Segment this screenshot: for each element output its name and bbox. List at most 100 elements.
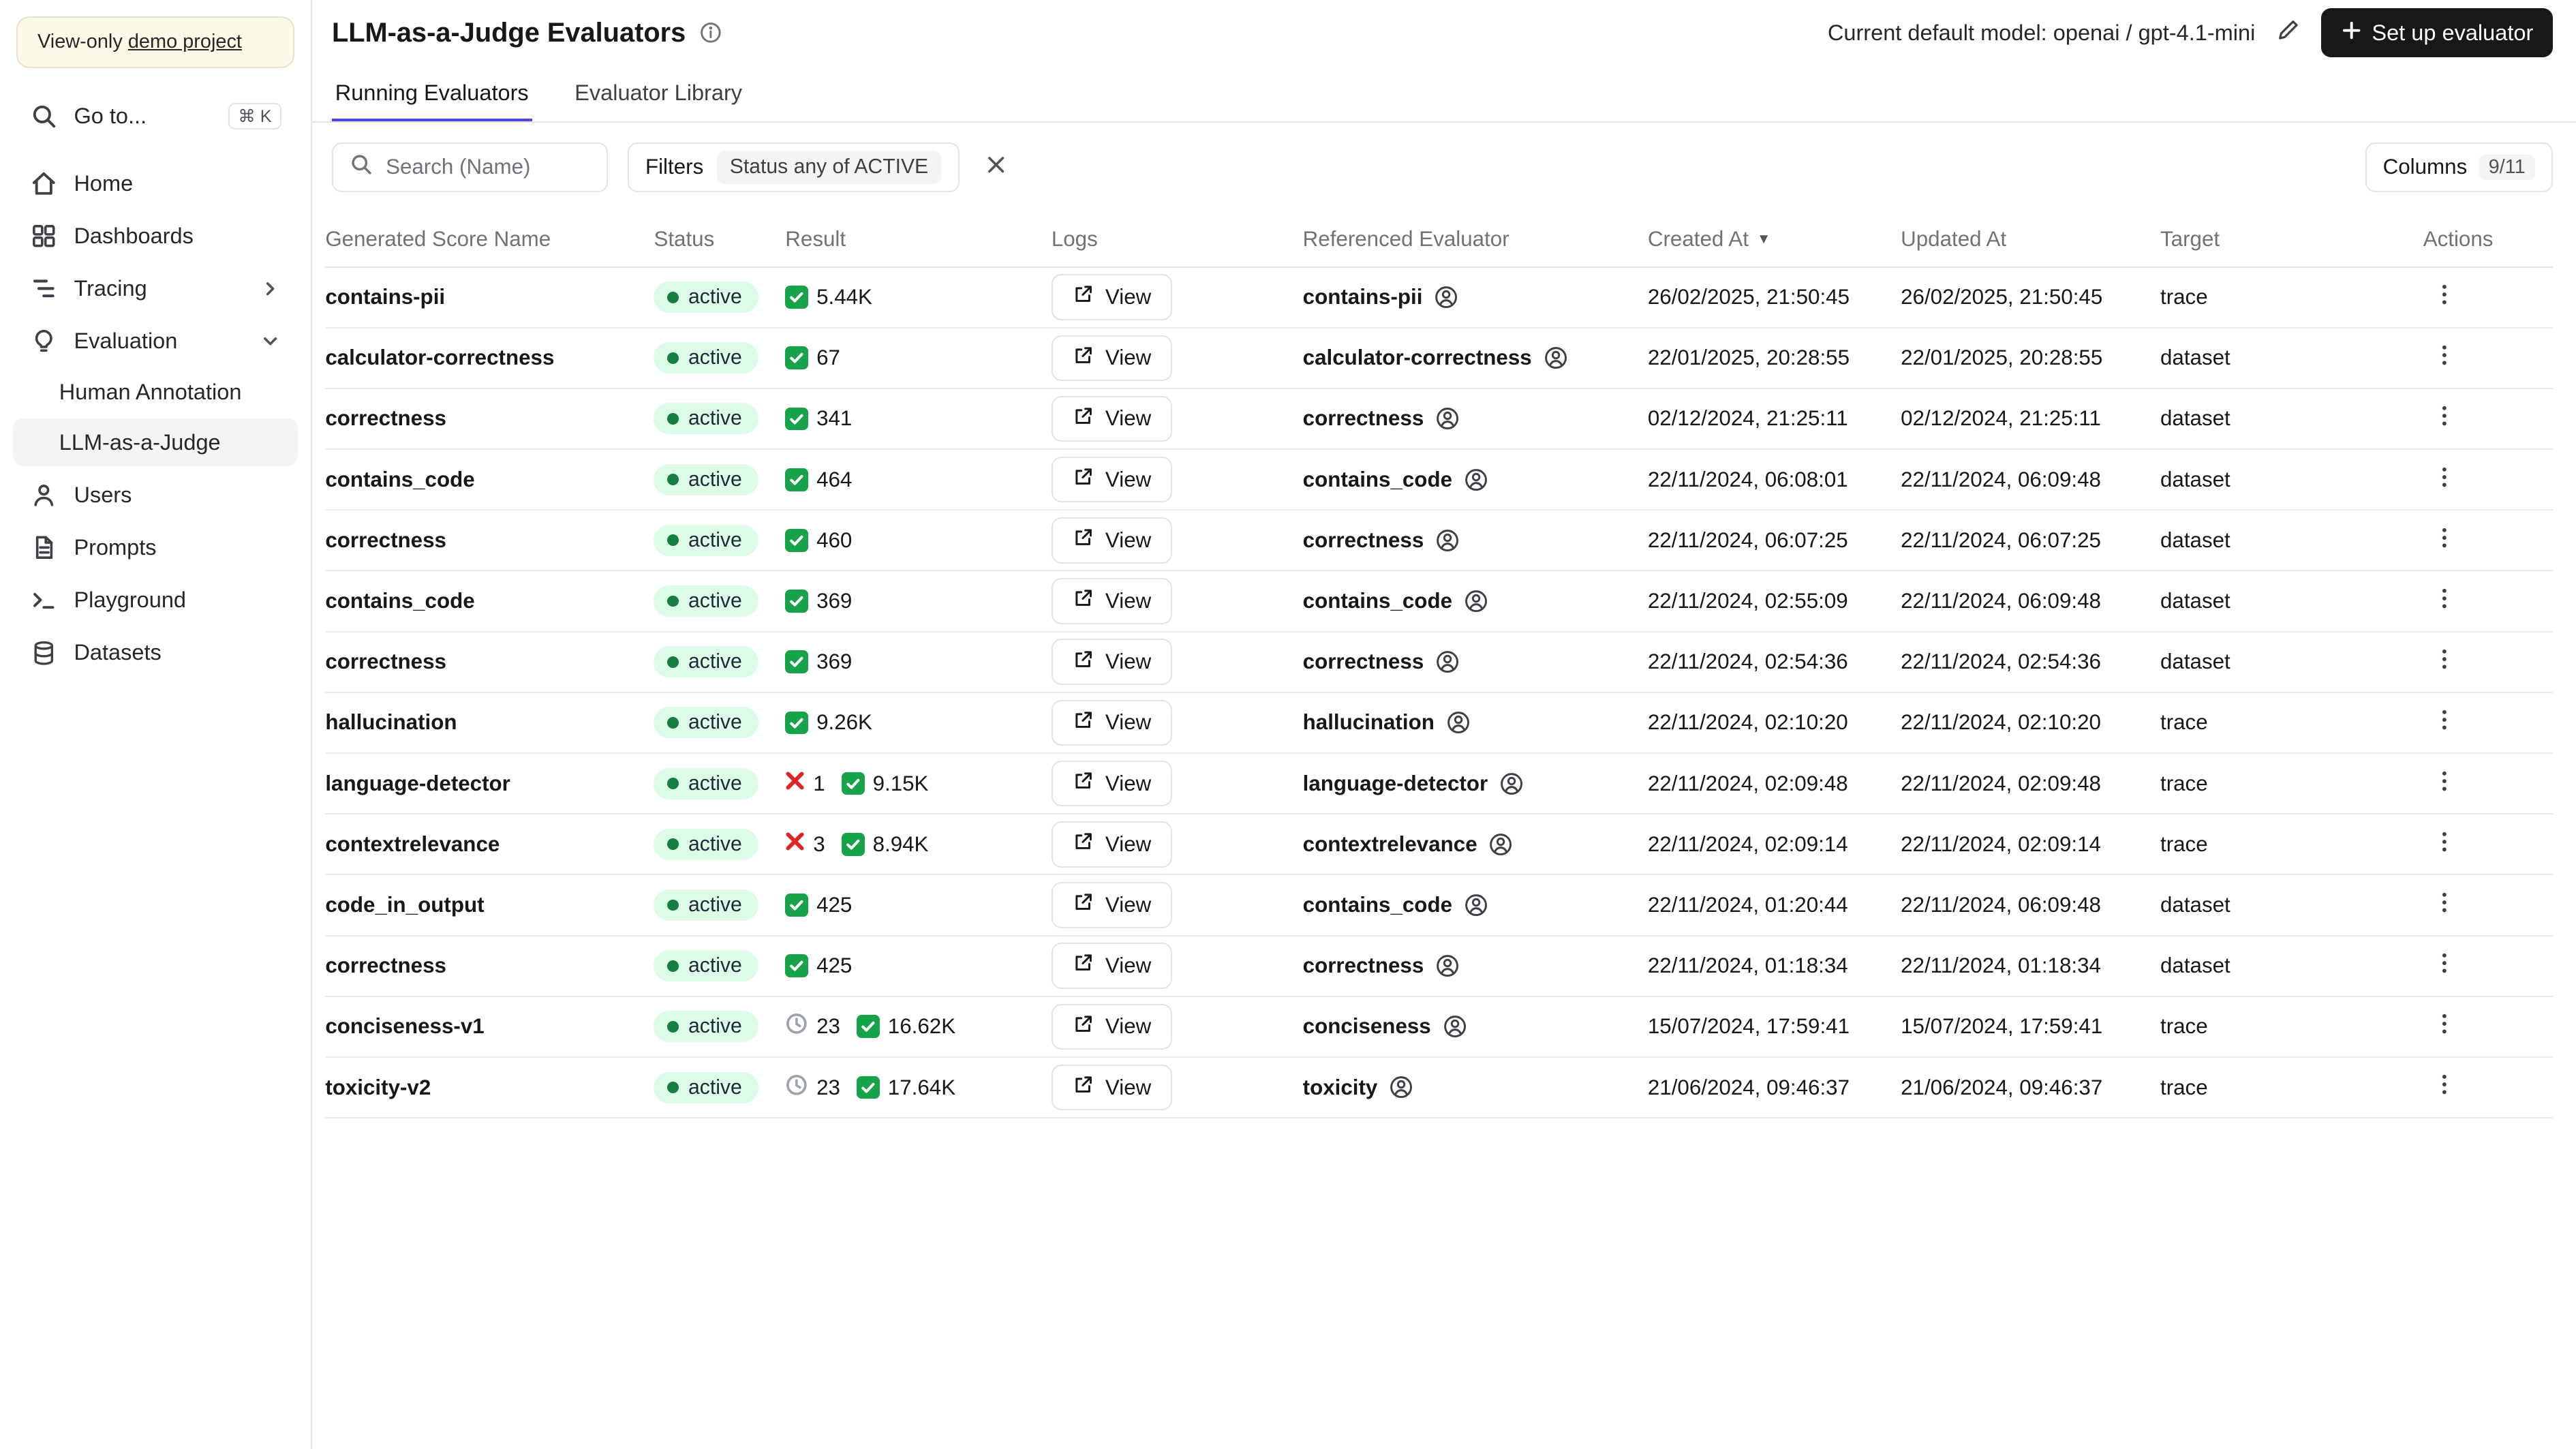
row-actions-button[interactable] — [2423, 762, 2466, 805]
view-logs-button[interactable]: View — [1051, 1003, 1173, 1050]
view-logs-label: View — [1105, 832, 1152, 856]
view-logs-button[interactable]: View — [1051, 456, 1173, 503]
table-row: toxicity-v2 active 23 17.64K View toxici… — [325, 1058, 2554, 1119]
view-logs-button[interactable]: View — [1051, 821, 1173, 868]
success-count: 9.26K — [816, 710, 872, 735]
success-count: 67 — [816, 346, 840, 370]
sidebar-item-playground[interactable]: Playground — [13, 575, 297, 626]
table-row: hallucination active 9.26K View hallucin… — [325, 693, 2554, 754]
toolbar: Filters Status any of ACTIVE Columns 9/1… — [312, 123, 2576, 211]
created-at: 02/12/2024, 21:25:11 — [1647, 406, 1848, 431]
filters-button[interactable]: Filters Status any of ACTIVE — [627, 142, 960, 192]
row-actions-button[interactable] — [2423, 701, 2466, 744]
row-actions-button[interactable] — [2423, 641, 2466, 684]
kebab-icon — [2433, 282, 2456, 312]
view-logs-button[interactable]: View — [1051, 1064, 1173, 1111]
view-logs-button[interactable]: View — [1051, 943, 1173, 989]
row-actions-button[interactable] — [2423, 458, 2466, 501]
sidebar-item-label: Datasets — [74, 640, 162, 665]
clear-filters-button[interactable] — [979, 147, 1013, 187]
column-header-created-at[interactable]: Created At ▼ — [1648, 227, 1901, 251]
view-logs-button[interactable]: View — [1051, 335, 1173, 382]
error-count: 3 — [813, 832, 825, 856]
sidebar-item-evaluation[interactable]: Evaluation — [13, 316, 297, 367]
status-badge: active — [654, 342, 758, 374]
search-input[interactable] — [386, 155, 590, 180]
view-logs-label: View — [1105, 346, 1152, 370]
view-logs-button[interactable]: View — [1051, 639, 1173, 685]
row-actions-button[interactable] — [2423, 1066, 2466, 1109]
row-actions-button[interactable] — [2423, 337, 2466, 380]
row-actions-button[interactable] — [2423, 883, 2466, 926]
row-actions-button[interactable] — [2423, 944, 2466, 987]
pending-clock-icon — [785, 1012, 808, 1041]
row-actions-button[interactable] — [2423, 823, 2466, 866]
table-row: correctness active 425 View correctness … — [325, 936, 2554, 997]
sidebar-item-home[interactable]: Home — [13, 158, 297, 209]
success-check-icon — [785, 407, 809, 431]
goto-search[interactable]: Go to... ⌘ K — [13, 91, 297, 142]
updated-at: 22/11/2024, 02:09:48 — [1901, 771, 2101, 795]
view-logs-button[interactable]: View — [1051, 882, 1173, 928]
demo-project-link[interactable]: demo project — [128, 31, 242, 52]
info-icon[interactable] — [699, 21, 722, 44]
edit-model-button[interactable] — [2271, 14, 2304, 52]
home-icon — [29, 170, 57, 198]
user-circle-icon — [1544, 346, 1568, 370]
dashboards-icon — [29, 222, 57, 250]
table-row: conciseness-v1 active 23 16.62K View con… — [325, 997, 2554, 1058]
sidebar-item-prompts[interactable]: Prompts — [13, 522, 297, 573]
updated-at: 22/11/2024, 02:09:14 — [1901, 832, 2101, 856]
sidebar-item-human-annotation[interactable]: Human Annotation — [13, 369, 297, 417]
kebab-icon — [2433, 951, 2456, 981]
success-count: 8.94K — [872, 832, 929, 856]
table-row: contains_code active 464 View contains_c… — [325, 450, 2554, 511]
playground-icon — [29, 586, 57, 614]
view-logs-button[interactable]: View — [1051, 517, 1173, 564]
sidebar-item-datasets[interactable]: Datasets — [13, 627, 297, 678]
sidebar-item-dashboards[interactable]: Dashboards — [13, 211, 297, 262]
prompts-icon — [29, 534, 57, 562]
row-actions-button[interactable] — [2423, 1005, 2466, 1048]
evaluation-icon — [29, 327, 57, 355]
success-check-icon — [841, 832, 865, 856]
column-header-status: Status — [654, 226, 715, 251]
view-logs-button[interactable]: View — [1051, 699, 1173, 746]
referenced-evaluator-cell: toxicity — [1303, 1075, 1648, 1099]
view-logs-button[interactable]: View — [1051, 760, 1173, 807]
success-check-icon — [785, 954, 809, 978]
sidebar-item-tracing[interactable]: Tracing — [13, 263, 297, 314]
result-cell: 341 — [785, 406, 1052, 431]
kebab-icon — [2433, 890, 2456, 920]
referenced-evaluator-name: correctness — [1302, 954, 1424, 978]
result-cell: 425 — [785, 893, 1052, 917]
referenced-evaluator-cell: contains_code — [1303, 468, 1648, 492]
sidebar-item-users[interactable]: Users — [13, 470, 297, 521]
generated-score-name: contains-pii — [325, 285, 446, 309]
kebab-icon — [2433, 707, 2456, 737]
result-pending: 23 — [785, 1073, 840, 1102]
view-logs-button[interactable]: View — [1051, 274, 1173, 320]
kebab-icon — [2433, 403, 2456, 433]
success-check-icon — [785, 894, 809, 917]
view-logs-button[interactable]: View — [1051, 395, 1173, 442]
status-dot-icon — [666, 534, 679, 547]
external-link-icon — [1073, 1013, 1094, 1040]
setup-evaluator-button[interactable]: Set up evaluator — [2320, 8, 2554, 58]
view-logs-label: View — [1105, 406, 1152, 431]
user-circle-icon — [1488, 832, 1513, 857]
view-logs-label: View — [1105, 1075, 1152, 1099]
row-actions-button[interactable] — [2423, 275, 2466, 318]
tab-evaluator-library[interactable]: Evaluator Library — [571, 65, 746, 121]
row-actions-button[interactable] — [2423, 519, 2466, 562]
columns-button[interactable]: Columns 9/11 — [2365, 142, 2554, 192]
row-actions-button[interactable] — [2423, 397, 2466, 440]
tab-running-evaluators[interactable]: Running Evaluators — [331, 65, 532, 122]
status-badge: active — [654, 767, 758, 799]
sidebar-item-llm-as-a-judge[interactable]: LLM-as-a-Judge — [13, 418, 298, 467]
row-actions-button[interactable] — [2423, 579, 2466, 622]
view-logs-label: View — [1105, 954, 1152, 978]
external-link-icon — [1073, 770, 1094, 797]
table-row: calculator-correctness active 67 View ca… — [325, 329, 2554, 389]
view-logs-button[interactable]: View — [1051, 578, 1173, 624]
